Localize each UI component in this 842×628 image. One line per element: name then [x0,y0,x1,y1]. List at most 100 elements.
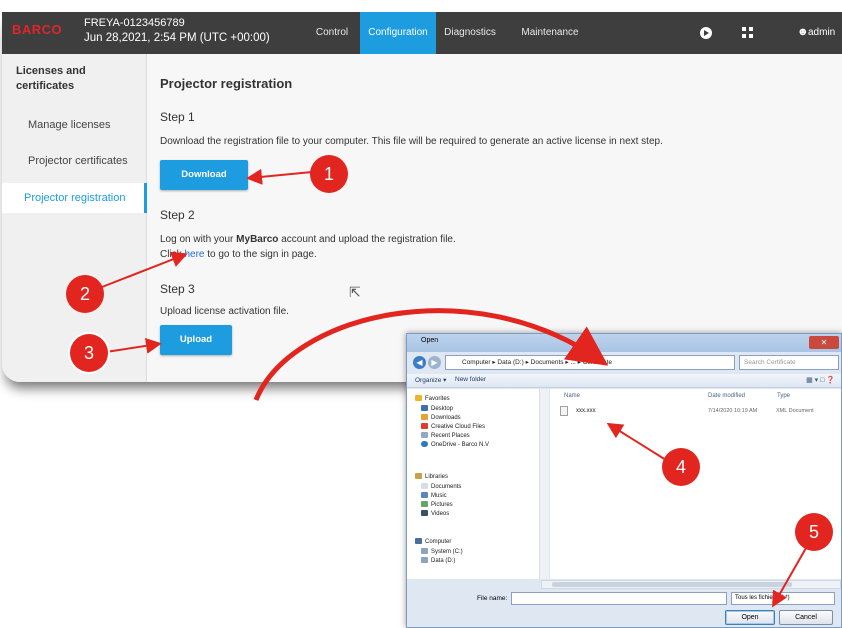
play-icon[interactable] [700,27,712,39]
step2-line2-before: Click [160,249,185,260]
sidebar-item-projector-registration[interactable]: Projector registration [2,183,147,213]
search-input[interactable]: Search Certificate [739,355,839,370]
barco-logo: BARCO [12,22,63,37]
videos-icon [421,510,428,516]
organize-button[interactable]: Organize ▾ [415,376,446,384]
nav-libraries[interactable]: Libraries [415,473,448,480]
address-bar[interactable]: Computer ▸ Data (D:) ▸ Documents ▸ ... ▸… [445,355,735,370]
mouse-cursor-icon: ⇱ [349,284,361,300]
drive-icon [421,548,428,554]
cancel-button[interactable]: Cancel [779,610,833,625]
tab-diagnostics[interactable]: Diagnostics [439,12,501,54]
sidebar-item-manage-licenses[interactable]: Manage licenses [2,119,147,131]
computer-icon [415,538,422,544]
projector-web-ui: BARCO FREYA-0123456789 Jun 28,2021, 2:54… [2,12,842,382]
nav-item-videos[interactable]: Videos [421,510,449,517]
downloads-icon [421,414,428,420]
nav-item-system-c[interactable]: System (C:) [421,548,463,555]
callout-3: 3 [70,334,108,372]
nav-item-label: Videos [431,511,450,517]
nav-item-creative-cloud[interactable]: Creative Cloud Files [421,423,485,430]
nav-item-label: Data (D:) [431,558,456,564]
sidebar: Licenses and certificates Manage license… [2,54,147,382]
column-header-name[interactable]: Name [564,393,580,399]
tab-configuration[interactable]: Configuration [360,12,436,54]
address-bar-row: ◀ ▶ Computer ▸ Data (D:) ▸ Documents ▸ .… [411,354,839,372]
download-button[interactable]: Download [160,160,248,190]
nav-item-label: Music [431,493,447,499]
step1-heading: Step 1 [160,110,195,124]
user-icon[interactable]: ☻ [797,26,809,38]
close-icon[interactable]: ✕ [809,336,839,349]
dialog-bottom-bar: File name: Tous les fichiers (*.*) Open … [407,590,841,627]
top-bar: BARCO FREYA-0123456789 Jun 28,2021, 2:54… [2,12,842,54]
file-row[interactable]: xxx.xxx 7/14/2020 10:19 AM XML Document [560,405,836,417]
sidebar-title-line1: Licenses and [16,65,86,77]
creative-cloud-icon [421,423,428,429]
callout-4: 4 [662,448,700,486]
new-folder-button[interactable]: New folder [455,376,486,383]
nav-scrollbar[interactable] [539,389,549,579]
nav-item-desktop[interactable]: Desktop [421,405,453,412]
step3-text: Upload license activation file. [160,306,289,317]
file-name: xxx.xxx [576,408,596,414]
nav-item-label: OneDrive - Barco N.V [431,442,490,448]
nav-favorites[interactable]: Favorites [415,395,450,402]
nav-item-label: Pictures [431,502,453,508]
nav-item-documents[interactable]: Documents [421,483,461,490]
dialog-toolbar: Organize ▾ New folder ▦ ▾ □ ❓ [407,374,841,388]
nav-item-label: Documents [431,484,462,490]
nav-item-recent-places[interactable]: Recent Places [421,432,470,439]
drive-icon [421,557,428,563]
nav-item-data-d[interactable]: Data (D:) [421,557,455,564]
documents-icon [421,483,428,489]
open-file-dialog: Open ✕ ◀ ▶ Computer ▸ Data (D:) ▸ Docume… [406,333,842,628]
column-header-type[interactable]: Type [777,393,790,399]
music-icon [421,492,428,498]
callout-1: 1 [310,155,348,193]
file-type-filter[interactable]: Tous les fichiers (*.*) [731,592,835,605]
dialog-title: Open [421,337,439,344]
forward-arrow-icon[interactable]: ▶ [428,356,441,369]
sidebar-title-line2: certificates [16,80,75,92]
nav-libraries-label: Libraries [425,474,449,480]
nav-item-downloads[interactable]: Downloads [421,414,461,421]
step3-heading: Step 3 [160,282,195,296]
back-arrow-icon[interactable]: ◀ [413,356,426,369]
nav-item-label: Downloads [431,415,461,421]
upload-button[interactable]: Upload [160,325,232,355]
grid-icon[interactable] [742,27,753,38]
libraries-icon [415,473,422,479]
scrollbar-thumb[interactable] [552,582,792,587]
sidebar-item-projector-certificates[interactable]: Projector certificates [2,155,147,167]
filename-input[interactable] [511,592,727,605]
step2-text: Log on with your MyBarco account and upl… [160,234,456,245]
user-menu[interactable]: admin [808,27,835,38]
star-icon [415,395,422,401]
horizontal-scrollbar[interactable] [541,580,841,589]
nav-item-music[interactable]: Music [421,492,447,499]
step2-heading: Step 2 [160,208,195,222]
nav-item-onedrive[interactable]: OneDrive - Barco N.V [421,441,489,448]
dialog-titlebar[interactable]: Open ✕ [407,334,841,352]
file-date: 7/14/2020 10:19 AM [708,408,758,414]
signin-link[interactable]: here [184,249,204,260]
nav-computer[interactable]: Computer [415,538,451,545]
nav-item-label: Creative Cloud Files [431,424,486,430]
nav-item-label: Desktop [431,406,454,412]
filename-label: File name: [477,595,508,602]
navigation-pane: Favorites Desktop Downloads Creative Clo… [407,389,549,579]
callout-2: 2 [66,275,104,313]
view-options-icon[interactable]: ▦ ▾ □ ❓ [806,376,835,384]
open-button[interactable]: Open [725,610,775,625]
nav-item-pictures[interactable]: Pictures [421,501,453,508]
page-title: Projector registration [160,76,293,91]
step2-text-before: Log on with your [160,234,237,245]
sidebar-title: Licenses and certificates [16,64,86,94]
step2-line2-after: to go to the sign in page. [204,249,317,260]
tab-control[interactable]: Control [307,12,357,54]
tab-maintenance[interactable]: Maintenance [516,12,584,54]
mybarco-label: MyBarco [236,234,279,245]
column-header-date[interactable]: Date modified [708,393,745,399]
callout-5: 5 [795,513,833,551]
